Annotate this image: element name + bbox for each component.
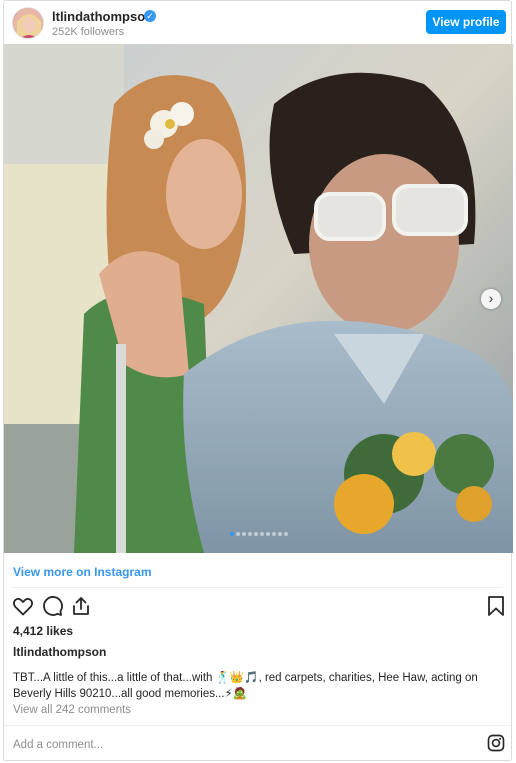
view-profile-button[interactable]: View profile (426, 10, 506, 34)
carousel-dot (265, 532, 270, 536)
carousel-next-button[interactable]: › (481, 289, 501, 309)
carousel-dot (247, 532, 252, 536)
follower-count: 252K followers (52, 26, 125, 38)
like-count[interactable]: 4,412 likes (13, 624, 73, 638)
carousel-indicator (4, 523, 513, 541)
verified-icon: ✓ (144, 10, 156, 22)
post-photo[interactable]: › (4, 44, 513, 553)
bookmark-icon[interactable] (484, 594, 508, 618)
divider (12, 587, 503, 588)
post-caption: TBT...A little of this...a little of tha… (13, 672, 478, 700)
carousel-dot (283, 532, 288, 536)
carousel-dot (241, 532, 246, 536)
add-comment-input[interactable]: Add a comment... (13, 739, 103, 751)
avatar[interactable] (12, 7, 44, 39)
heart-icon[interactable] (11, 594, 35, 618)
caption-username[interactable]: ltlindathompson (13, 645, 106, 659)
view-more-link[interactable]: View more on Instagram (13, 565, 152, 579)
comment-icon[interactable] (40, 594, 64, 618)
post-header: ltlindathompson ✓ 252K followers View pr… (4, 1, 511, 44)
carousel-dot (277, 532, 282, 536)
instagram-icon[interactable] (487, 734, 505, 752)
divider (4, 725, 511, 726)
instagram-embed-card: ltlindathompson ✓ 252K followers View pr… (3, 0, 513, 761)
view-comments-link[interactable]: View all 242 comments (13, 704, 131, 716)
share-icon[interactable] (69, 594, 93, 618)
carousel-dot (259, 532, 264, 536)
carousel-dot (235, 532, 240, 536)
carousel-dot (253, 532, 258, 536)
carousel-dot (271, 532, 276, 536)
username[interactable]: ltlindathompson (52, 9, 153, 24)
carousel-dot (229, 532, 234, 536)
avatar-image (13, 8, 43, 38)
post-image (4, 44, 513, 553)
